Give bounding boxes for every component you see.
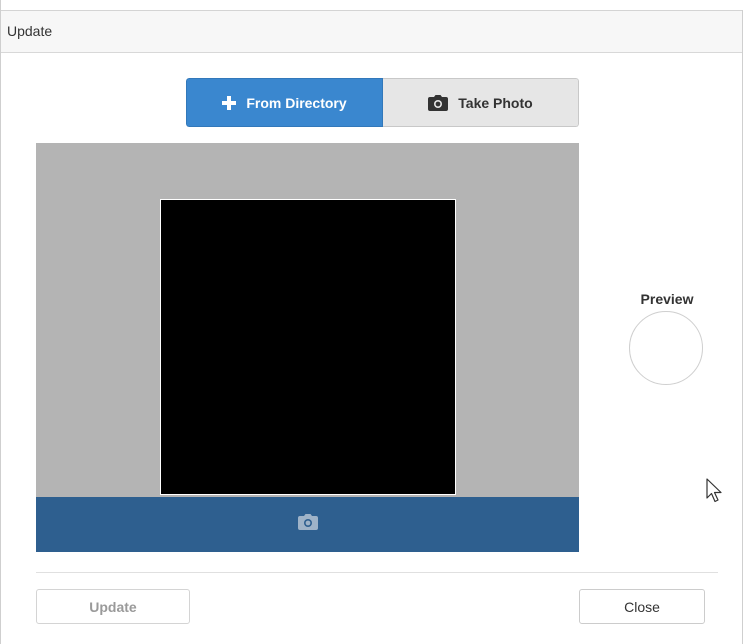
close-button[interactable]: Close (579, 589, 705, 624)
camera-area (36, 143, 579, 497)
take-photo-label: Take Photo (458, 94, 533, 111)
footer-divider (36, 572, 718, 573)
preview-image (629, 311, 703, 385)
take-photo-button[interactable]: Take Photo (383, 78, 579, 127)
update-button[interactable]: Update (36, 589, 190, 624)
mouse-cursor-icon (706, 478, 724, 509)
capture-button[interactable] (36, 497, 579, 552)
plus-icon (222, 95, 237, 110)
camera-icon (428, 94, 449, 111)
from-directory-label: From Directory (246, 94, 347, 111)
update-dialog: Update From Directory Take Photo Preview… (0, 0, 743, 644)
top-edge (1, 0, 743, 10)
from-directory-button[interactable]: From Directory (186, 78, 383, 127)
preview-label: Preview (640, 291, 694, 307)
video-frame (160, 199, 456, 495)
source-toggle: From Directory Take Photo (186, 78, 579, 127)
dialog-titlebar: Update (1, 10, 742, 53)
dialog-title: Update (7, 23, 53, 39)
camera-icon (297, 514, 318, 535)
